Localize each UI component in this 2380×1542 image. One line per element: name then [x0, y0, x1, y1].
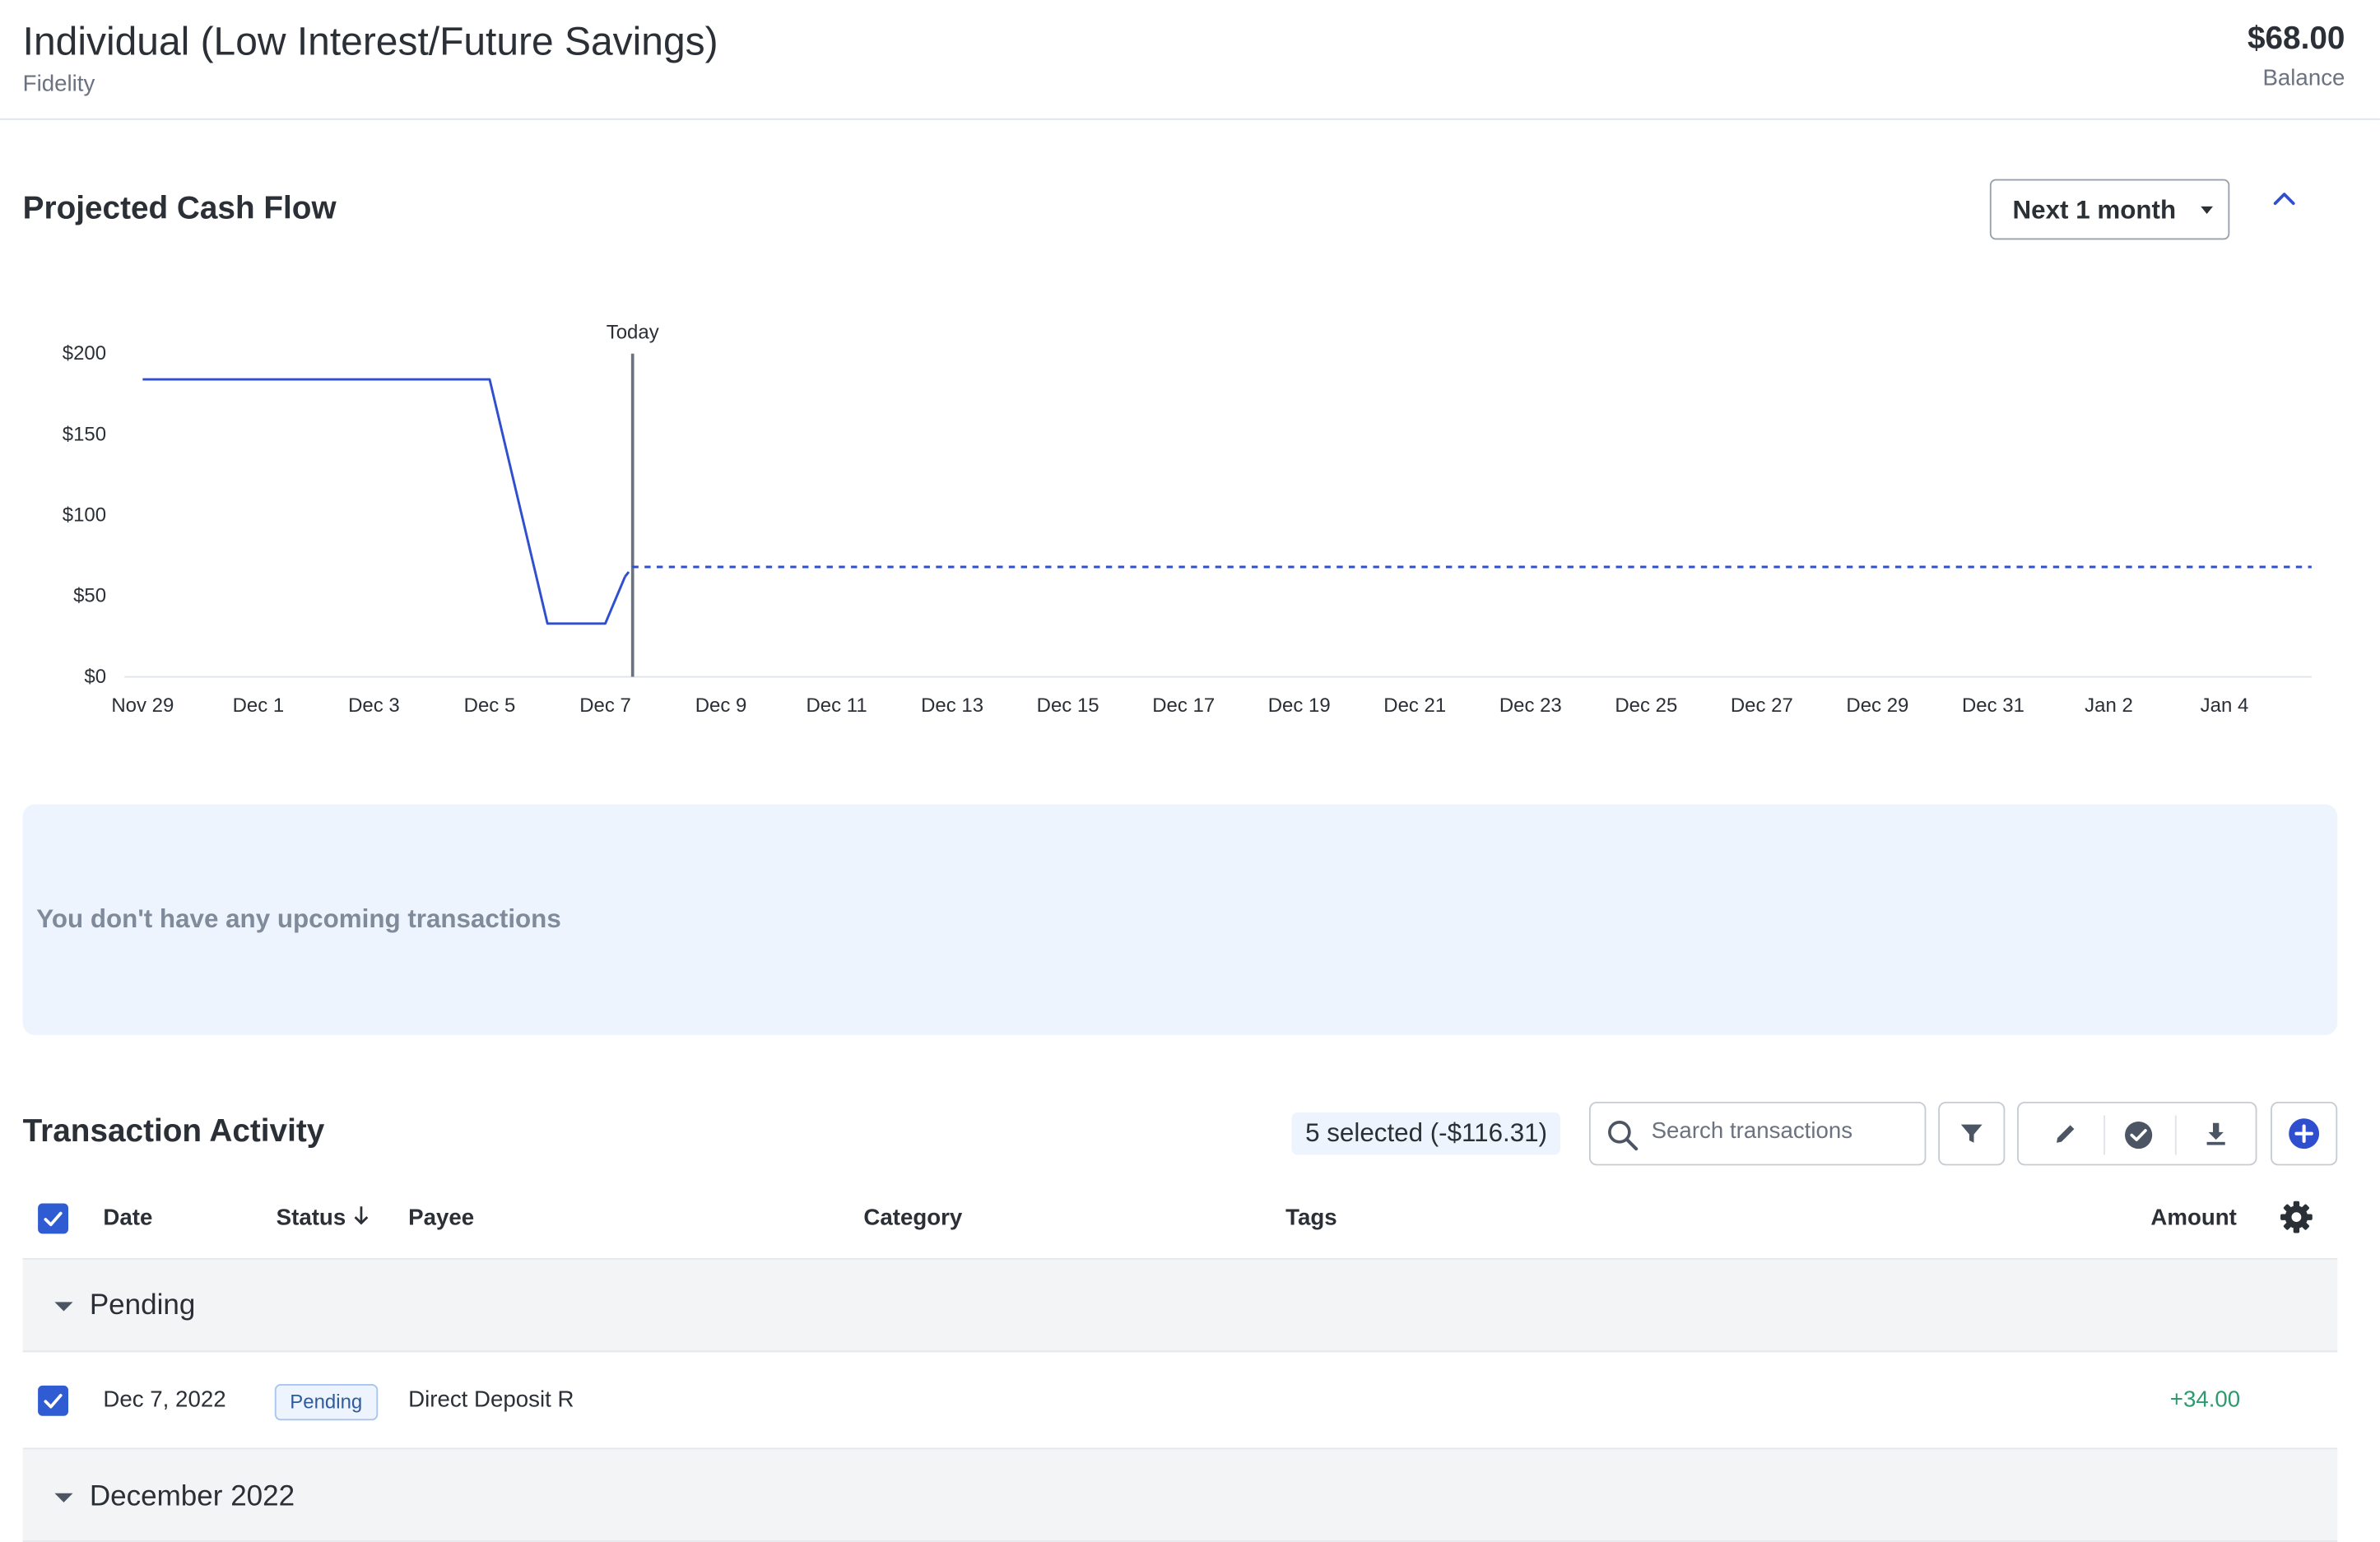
x-tick-label: Dec 1: [233, 694, 285, 717]
row-amount[interactable]: +34.00: [2170, 1387, 2240, 1413]
y-tick-label: $100: [63, 504, 106, 527]
x-tick-label: Dec 5: [464, 694, 516, 717]
balance-label: Balance: [2262, 65, 2345, 91]
edit-button[interactable]: [2019, 1103, 2103, 1164]
x-tick-label: Dec 19: [1268, 694, 1331, 717]
download-button[interactable]: [2177, 1103, 2256, 1164]
check-icon: [44, 1211, 63, 1227]
x-tick-label: Dec 11: [806, 694, 867, 717]
column-category[interactable]: Category: [863, 1205, 962, 1230]
x-tick-label: Dec 31: [1962, 694, 2024, 717]
x-tick-label: Dec 17: [1152, 694, 1215, 717]
account-page: Individual (Low Interest/Future Savings)…: [0, 0, 2380, 1542]
x-tick-label: Dec 15: [1037, 694, 1099, 717]
search-icon: [1608, 1121, 1639, 1151]
cash-flow-chart: $200 $150 $100 $50 $0 Nov 29 Dec 1 Dec 3 Dec 5 De…: [0, 296, 2380, 736]
transaction-activity-title: Transaction Activity: [22, 1113, 325, 1150]
account-header: Individual (Low Interest/Future Savings)…: [0, 0, 2380, 120]
x-tick-label: Dec 27: [1731, 694, 1793, 717]
x-tick-label: Dec 13: [921, 694, 983, 717]
bulk-actions-group: [2017, 1101, 2257, 1166]
mark-reviewed-button[interactable]: [2105, 1103, 2175, 1164]
row-payee[interactable]: Direct Deposit R: [408, 1387, 574, 1413]
account-institution: Fidelity: [22, 71, 95, 98]
status-badge: Pending: [274, 1384, 378, 1421]
column-payee[interactable]: Payee: [408, 1205, 474, 1230]
add-transaction-button[interactable]: [2271, 1101, 2338, 1166]
x-tick-label: Dec 9: [695, 694, 747, 717]
select-all-checkbox[interactable]: [38, 1203, 68, 1234]
filter-button[interactable]: [1938, 1101, 2006, 1166]
column-status-label: Status: [276, 1205, 346, 1231]
plus-circle-icon: [2289, 1118, 2320, 1150]
table-settings-button[interactable]: [2278, 1199, 2314, 1235]
download-icon: [2206, 1122, 2225, 1145]
search-box[interactable]: [1588, 1101, 1927, 1166]
collapse-button[interactable]: [2267, 182, 2301, 216]
group-header-december-2022[interactable]: December 2022: [22, 1447, 2338, 1542]
selected-summary-badge: 5 selected (-$116.31): [1291, 1112, 1561, 1155]
x-tick-label: Dec 23: [1499, 694, 1562, 717]
gear-icon: [2280, 1201, 2313, 1233]
arrow-down-icon: [354, 1206, 369, 1225]
caret-down-icon: [54, 1493, 73, 1503]
group-header-pending[interactable]: Pending: [22, 1257, 2338, 1353]
x-tick-label: Dec 29: [1846, 694, 1908, 717]
y-tick-label: $50: [73, 585, 106, 607]
projected-cash-flow-title: Projected Cash Flow: [22, 191, 337, 226]
caret-down-icon: [2201, 206, 2213, 215]
cash-flow-chart-svg: $200 $150 $100 $50 $0Nov 29 Dec 1 Dec 3 Dec 5 De…: [63, 321, 2312, 717]
range-dropdown-label: Next 1 month: [2012, 195, 2177, 225]
y-tick-label: $150: [63, 423, 106, 445]
caret-down-icon: [54, 1302, 73, 1312]
y-tick-label: $200: [63, 342, 106, 365]
series-line-solid: [142, 378, 626, 625]
y-tick-label: $0: [84, 666, 106, 688]
row-date: Dec 7, 2022: [103, 1386, 226, 1414]
column-status[interactable]: Status: [276, 1205, 370, 1231]
upcoming-transactions-panel: You don't have any upcoming transactions: [22, 804, 2338, 1035]
pencil-icon: [2057, 1125, 2075, 1143]
x-tick-label: Dec 3: [348, 694, 400, 717]
group-label: December 2022: [89, 1481, 295, 1513]
upcoming-empty-message: You don't have any upcoming transactions: [36, 904, 561, 934]
table-row[interactable]: Dec 7, 2022 Pending Direct Deposit R +34…: [22, 1354, 2338, 1448]
today-label: Today: [607, 321, 659, 343]
chevron-up-icon: [2273, 193, 2295, 205]
x-tick-label: Jan 2: [2085, 694, 2133, 717]
column-tags[interactable]: Tags: [1285, 1205, 1337, 1230]
check-circle-icon: [2125, 1121, 2153, 1150]
filter-icon: [1960, 1124, 1983, 1143]
column-date[interactable]: Date: [103, 1205, 152, 1230]
x-tick-label: Dec 7: [579, 694, 631, 717]
row-checkbox[interactable]: [38, 1385, 68, 1416]
check-icon: [44, 1393, 63, 1409]
x-tick-label: Dec 25: [1615, 694, 1677, 717]
group-label: Pending: [89, 1289, 196, 1322]
column-amount[interactable]: Amount: [2150, 1205, 2236, 1230]
series-line-dashed: [624, 565, 2312, 578]
account-balance: $68.00: [2247, 21, 2345, 57]
x-tick-label: Dec 21: [1383, 694, 1446, 717]
x-tick-label: Nov 29: [111, 694, 174, 717]
x-tick-label: Jan 4: [2201, 694, 2249, 717]
search-input[interactable]: [1651, 1118, 1910, 1145]
account-name: Individual (Low Interest/Future Savings): [22, 18, 718, 64]
range-dropdown[interactable]: Next 1 month: [1989, 179, 2230, 240]
